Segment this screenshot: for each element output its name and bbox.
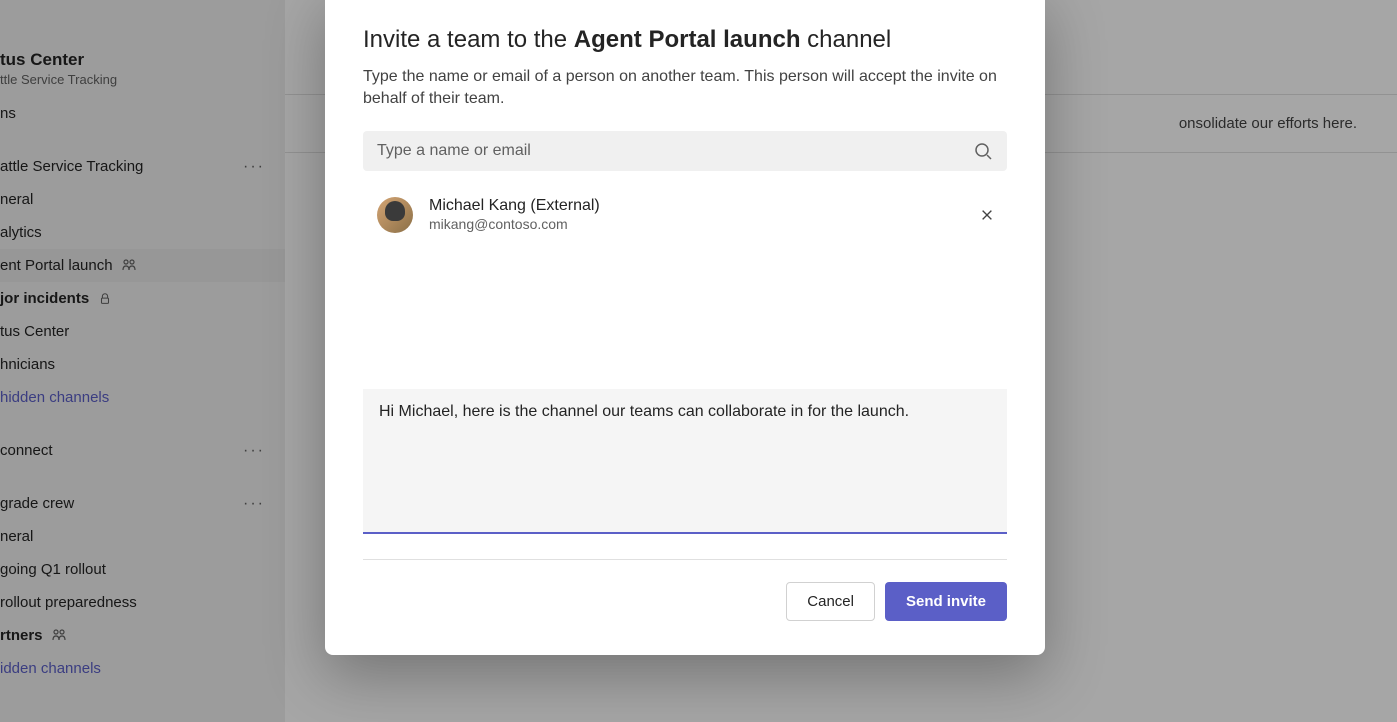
search-input[interactable]: [377, 142, 973, 160]
person-info: Michael Kang (External) mikang@contoso.c…: [429, 197, 971, 232]
search-icon: [973, 141, 993, 161]
invite-team-modal: Invite a team to the Agent Portal launch…: [325, 0, 1045, 655]
modal-subtitle: Type the name or email of a person on an…: [363, 66, 1007, 111]
cancel-button[interactable]: Cancel: [786, 582, 875, 621]
person-name: Michael Kang (External): [429, 197, 971, 215]
search-box[interactable]: [363, 131, 1007, 171]
send-invite-button[interactable]: Send invite: [885, 582, 1007, 621]
invite-message-input[interactable]: [363, 389, 1007, 534]
avatar: [377, 197, 413, 233]
modal-title: Invite a team to the Agent Portal launch…: [363, 26, 1007, 54]
modal-actions: Cancel Send invite: [363, 582, 1007, 621]
remove-person-button[interactable]: [971, 199, 1003, 231]
selected-person: Michael Kang (External) mikang@contoso.c…: [363, 193, 1007, 239]
person-email: mikang@contoso.com: [429, 216, 971, 232]
divider: [363, 559, 1007, 560]
